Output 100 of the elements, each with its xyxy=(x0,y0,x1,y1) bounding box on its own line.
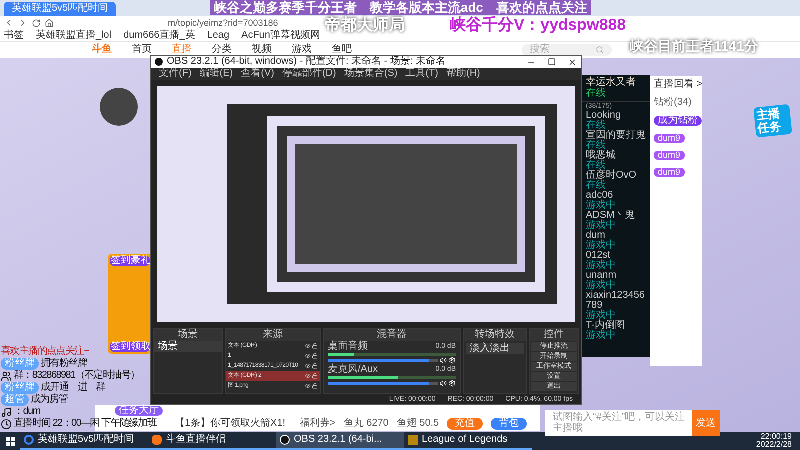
eye-icon[interactable] xyxy=(305,353,311,359)
bookmark-link[interactable]: 英雄联盟直播_lol xyxy=(36,30,112,40)
menu-item[interactable]: 编辑(E) xyxy=(200,69,234,79)
nav-link[interactable]: 首页 xyxy=(132,45,152,55)
taskbar-label: OBS 23.2.1 (64-bi... xyxy=(294,435,382,445)
fans-tab[interactable]: 钻粉(34) xyxy=(654,98,692,108)
clock-date: 2022/2/28 xyxy=(756,441,792,449)
badge: 粉丝牌 xyxy=(1,382,39,394)
friend-status: 游戏中 xyxy=(586,261,617,271)
close-icon[interactable] xyxy=(568,58,577,66)
taskbar-item[interactable]: 英雄联盟5v5匹配时间 xyxy=(20,432,148,450)
menu-item[interactable]: 文件(F) xyxy=(159,69,192,79)
taskbar-item[interactable]: 斗鱼直播伴侣 xyxy=(148,432,276,450)
notice-text: 【1条】你可领取火箭X1! xyxy=(175,419,286,429)
eye-icon[interactable] xyxy=(305,343,311,349)
settings-icon[interactable] xyxy=(449,357,456,364)
player-status: 在线 xyxy=(586,88,607,99)
fan-badge: dum9 xyxy=(654,151,685,160)
friend-status: 在线 xyxy=(586,141,606,151)
menu-item[interactable]: 工具(T) xyxy=(406,69,438,79)
dock-title: 控件 xyxy=(530,329,578,341)
bookmark-link[interactable]: Leag xyxy=(207,30,230,40)
friend-status: 在线 xyxy=(586,161,606,171)
friend-name[interactable]: 伍彦时OvO xyxy=(586,171,646,181)
bookmark-link[interactable]: dum666直播_英 xyxy=(124,30,196,40)
eye-icon[interactable] xyxy=(305,383,311,389)
friend-status: 游戏中 xyxy=(586,331,617,341)
nav-link[interactable]: 游戏 xyxy=(292,45,312,55)
friend-name[interactable]: T-内倒图 xyxy=(586,321,646,331)
browser-icon xyxy=(24,435,34,445)
bag-button[interactable]: 背包 xyxy=(491,418,528,430)
bookmark-link[interactable]: 书签 xyxy=(4,30,24,40)
taskbar-item[interactable]: League of Legends xyxy=(404,432,532,450)
overlay-text: ：dum xyxy=(14,406,40,418)
menu-item[interactable]: 帮助(H) xyxy=(446,69,480,79)
fan-badge: dum9 xyxy=(654,168,685,177)
dock-title: 场景 xyxy=(154,329,222,341)
fin-count: 鱼翅 50.5 xyxy=(396,419,440,429)
nav-link[interactable]: 分类 xyxy=(212,45,232,55)
obs-icon xyxy=(280,435,290,445)
nav-link[interactable]: 视频 xyxy=(252,45,272,55)
dock-title: 转场特效 xyxy=(464,329,526,341)
scene-item[interactable]: 场景 xyxy=(154,341,222,352)
lock-icon[interactable] xyxy=(312,373,318,379)
overlay-contact: 峡谷千分V：yydspw888 xyxy=(450,17,626,35)
friend-name[interactable]: adc06 xyxy=(586,191,646,201)
overlay-text: 拥有粉丝牌 xyxy=(41,358,88,370)
channel-name: 桌面音频 xyxy=(328,342,368,352)
friend-name[interactable]: unanm xyxy=(586,271,646,281)
home-icon[interactable] xyxy=(45,18,54,28)
friend-status: 游戏中 xyxy=(586,241,617,251)
taskbar-label: League of Legends xyxy=(422,435,508,445)
coupon-link[interactable]: 福利券> xyxy=(300,419,336,429)
signin-button[interactable]: 签到领取 xyxy=(110,342,150,352)
lock-icon[interactable] xyxy=(312,383,318,389)
speaker-icon[interactable] xyxy=(440,380,447,387)
bookmark-link[interactable]: AcFun弹幕视频网 xyxy=(242,30,320,40)
group-icon xyxy=(1,370,12,382)
lock-icon[interactable] xyxy=(312,353,318,359)
overlay-text: 成开通 进 群 xyxy=(41,382,106,394)
badge: 粉丝牌 xyxy=(1,358,39,370)
fan-badge: dum9 xyxy=(654,134,685,143)
eye-icon[interactable] xyxy=(305,363,311,369)
friend-name[interactable]: 哦恶城 xyxy=(586,151,646,161)
replay-link[interactable]: 直播回看 > xyxy=(654,80,703,90)
overlay-headline: 峡谷之巅多赛季千分王者 教学各版本主流adc 喜欢的点点关注 xyxy=(210,0,592,15)
friend-name[interactable]: dum xyxy=(586,231,646,241)
friend-name[interactable]: 宣因的要打鬼 xyxy=(586,131,646,141)
speaker-icon[interactable] xyxy=(440,357,447,364)
friend-status: 游戏中 xyxy=(586,221,617,231)
dock-title: 来源 xyxy=(226,329,320,341)
menu-item[interactable]: 场景集合(S) xyxy=(344,69,398,79)
friend-name[interactable]: ADSM丶鬼 xyxy=(586,211,646,221)
lock-icon[interactable] xyxy=(312,363,318,369)
lock-icon[interactable] xyxy=(312,343,318,349)
friend-status: 游戏中 xyxy=(586,201,617,211)
player-name: 幸运水又者 xyxy=(586,77,637,88)
menu-item[interactable]: 查看(V) xyxy=(241,69,274,79)
maximize-icon[interactable] xyxy=(548,58,556,66)
reload-icon[interactable] xyxy=(32,18,41,28)
streamer-avatar xyxy=(100,88,138,126)
clock-time: 22:00:19 xyxy=(760,433,792,441)
friend-name[interactable]: Looking xyxy=(586,111,646,121)
window-title: OBS 23.2.1 (64-bit, windows) - 配置文件: 未命名 - 场景: 未命名 xyxy=(167,57,446,67)
friend-name[interactable]: 012st xyxy=(586,251,646,261)
overlay-text: 群：832868981（不定时抽号） xyxy=(14,370,140,382)
dock-title: 混音器 xyxy=(324,329,460,341)
browser-tab[interactable]: 英雄联盟5v5匹配时间 xyxy=(4,2,116,16)
transition-select[interactable]: 淡入淡出 xyxy=(466,343,524,354)
overlay-text: 喜欢主播的点点关注~ xyxy=(1,346,89,358)
menu-item[interactable]: 停靠部件(D) xyxy=(282,69,336,79)
obs-logo-icon xyxy=(155,58,163,66)
friend-name[interactable]: xiaxin123456789 xyxy=(586,291,646,311)
taskbar-item[interactable]: OBS 23.2.1 (64-bi... xyxy=(276,432,404,450)
nav-link[interactable]: 鱼吧 xyxy=(332,45,352,55)
settings-icon[interactable] xyxy=(449,380,456,387)
eye-icon[interactable] xyxy=(305,373,311,379)
friend-status: 游戏中 xyxy=(586,281,616,291)
url-field[interactable]: m/topic/yeimz?rid=7003186 xyxy=(168,18,278,28)
overlay-rank: 峡谷目前王者1141分 xyxy=(630,38,758,54)
